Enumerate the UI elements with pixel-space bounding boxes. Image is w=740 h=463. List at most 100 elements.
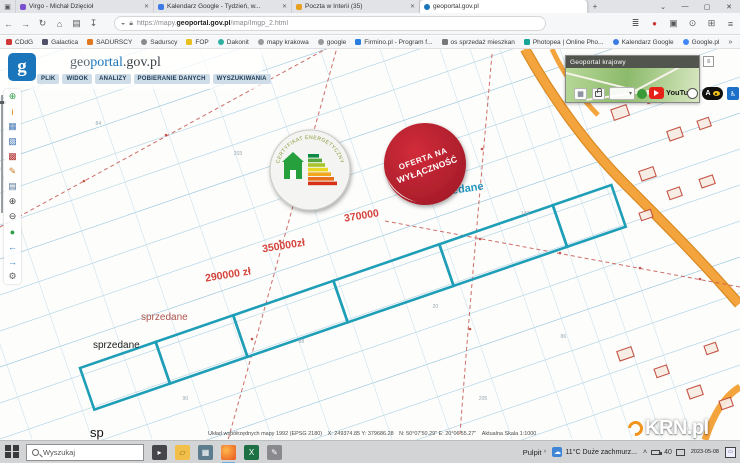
bookmarks-overflow-icon[interactable]: » [728,39,732,46]
accessibility-blue-icon[interactable]: ♿︎ [727,87,739,100]
new-tab-button[interactable]: + [588,0,602,13]
bookmark-item[interactable]: Photopea | Online Pho... [524,39,604,46]
taskbar-excel-icon[interactable]: X [244,445,259,460]
back-icon[interactable]: ← [0,19,17,29]
scale-select[interactable]: ▾ [609,87,635,100]
print-icon[interactable]: ▤ [68,18,85,29]
tab-favicon [20,4,26,10]
start-button[interactable] [5,445,20,460]
tray-expand-icon[interactable]: ˄ [643,449,647,456]
menu-wyszukiwania[interactable]: WYSZUKIWANIA [213,74,271,84]
desktop-toolbar[interactable]: Pulpit˄ [523,448,547,457]
partial-map-label: sp [90,425,104,440]
url-bar[interactable]: ◒ 🔒︎ https://mapy.geoportal.gov.pl/imap/… [114,16,546,31]
menu-icon[interactable]: ≡ [721,19,740,29]
minimize-button[interactable]: — [674,3,696,10]
bookmark-item[interactable]: SADURSCY [87,39,132,46]
help-icon[interactable] [687,88,698,99]
tab-close-icon[interactable]: ✕ [282,3,287,10]
bookmark-item[interactable]: Sadurscy [141,39,177,46]
select-area-icon[interactable]: ▧ [4,134,21,149]
browser-navbar: ← → ↻ ⌂ ▤ ↧ ◒ 🔒︎ https://mapy.geoportal.… [0,13,740,35]
reload-icon[interactable]: ↻ [34,18,51,29]
battery-icon[interactable] [651,450,660,455]
tab-virgo[interactable]: Virgo - Michał Dzięcioł ✕ [16,0,154,13]
bookmark-item[interactable]: Kalendarz Google [613,39,674,46]
search-placeholder: Wyszukaj [43,448,75,457]
tab-favicon [158,4,164,10]
forward-icon[interactable]: → [17,19,34,29]
accessibility-toggle[interactable]: A [702,87,723,100]
taskbar-search[interactable]: Wyszukaj [26,444,144,461]
font-size-icon: A [705,90,710,97]
menu-widok[interactable]: WIDOK [62,74,92,84]
search-icon [32,449,39,456]
geoportal-logo[interactable]: g [8,53,36,81]
map-viewport[interactable]: sprzedane CERTYFIKAT ENERGETYCZNY [0,49,740,440]
previous-view-icon[interactable]: ← [4,239,21,254]
parcel-number: 20 [433,304,439,309]
account-icon[interactable]: ⊙ [683,18,702,29]
status-green-icon[interactable] [637,89,647,99]
bookmark-favicon [186,39,192,45]
zoom-slider[interactable] [1,95,3,213]
full-extent-icon[interactable]: ● [4,224,21,239]
bookmark-item[interactable]: Galactica [42,39,78,46]
minimap-expand-icon[interactable]: ≡ [703,56,714,67]
zoom-in-icon[interactable]: ⊕ [4,194,21,209]
youtube-icon[interactable] [649,87,664,99]
weather-widget[interactable]: ☁︎ 11°C Duże zachmurz... [552,447,637,457]
taskbar-firefox-icon[interactable] [221,445,236,460]
bookmark-item[interactable]: Dakonit [218,39,249,46]
draw-icon[interactable]: ✎ [4,164,21,179]
taskbar-calculator-icon[interactable]: ▦ [198,445,213,460]
add-icon[interactable]: ⊕ [4,89,21,104]
bookmark-item[interactable]: FOP [186,39,208,46]
maximize-button[interactable]: ▢ [696,3,718,11]
menu-pobieranie[interactable]: POBIERANIE DANYCH [134,74,210,84]
bookmark-item[interactable]: Google.pl [683,39,720,46]
save-page-icon[interactable]: ↧ [85,18,102,29]
next-view-icon[interactable]: → [4,254,21,269]
info-icon[interactable]: i [4,104,21,119]
tab-geoportal-active[interactable]: geoportal.gov.pl [420,0,588,13]
close-button[interactable]: ✕ [718,3,740,11]
list-tabs-icon[interactable]: ⌄ [652,3,674,11]
grid-view-icon[interactable]: ▦ [574,88,587,100]
taskbar-explorer-icon[interactable]: ▱ [175,445,190,460]
action-center-icon[interactable]: ▭ [725,447,736,458]
layers-icon[interactable]: ▦ [4,119,21,134]
tab-mail[interactable]: Poczta w Interii (35) ✕ [292,0,420,13]
bookmark-item[interactable]: CDdG [6,39,33,46]
parcel-number: 203 [234,151,243,156]
extensions-icon[interactable]: ⊞ [702,18,721,29]
bookmark-item[interactable]: mapy krakowa [258,39,309,46]
bookmark-favicon [355,39,361,45]
bookmark-item[interactable]: google [318,39,347,46]
network-icon[interactable] [676,449,685,456]
reader-mode-icon[interactable]: ≣ [626,18,645,29]
bookmark-item[interactable]: Firmino.pl - Program f... [355,39,432,46]
tab-calendar[interactable]: Kalendarz Google - Tydzień, w... ✕ [154,0,292,13]
settings-icon[interactable]: ⚙ [4,269,21,284]
print-map-icon[interactable]: ▤ [4,179,21,194]
bookmark-favicon [442,39,448,45]
tab-close-icon[interactable]: ✕ [410,3,415,10]
shield-icon[interactable]: ◒ [121,20,125,27]
taskbar-video-app-icon[interactable]: ▸ [152,445,167,460]
taskbar-clock[interactable]: 2023-05-08 [691,449,719,455]
url-text: https://mapy.geoportal.gov.pl/imap/Imgp_… [137,20,288,27]
clear-selection-icon[interactable]: ▩ [4,149,21,164]
zoom-out-icon[interactable]: ⊖ [4,209,21,224]
home-icon[interactable]: ⌂ [51,19,68,29]
lock-tool-icon[interactable] [592,88,605,100]
tab-close-icon[interactable]: ✕ [144,3,149,10]
sidebar-icon[interactable]: ▣ [664,18,683,29]
menu-analizy[interactable]: ANALIZY [95,74,130,84]
adblock-icon[interactable]: ● [645,19,664,28]
tray-value: 40 [664,449,672,456]
taskbar-paint-icon[interactable]: ✎ [267,445,282,460]
menu-plik[interactable]: PLIK [37,74,59,84]
bookmark-item[interactable]: os sprzedaż mieszkan [442,39,515,46]
firefox-view-icon[interactable]: ▣ [0,0,16,13]
